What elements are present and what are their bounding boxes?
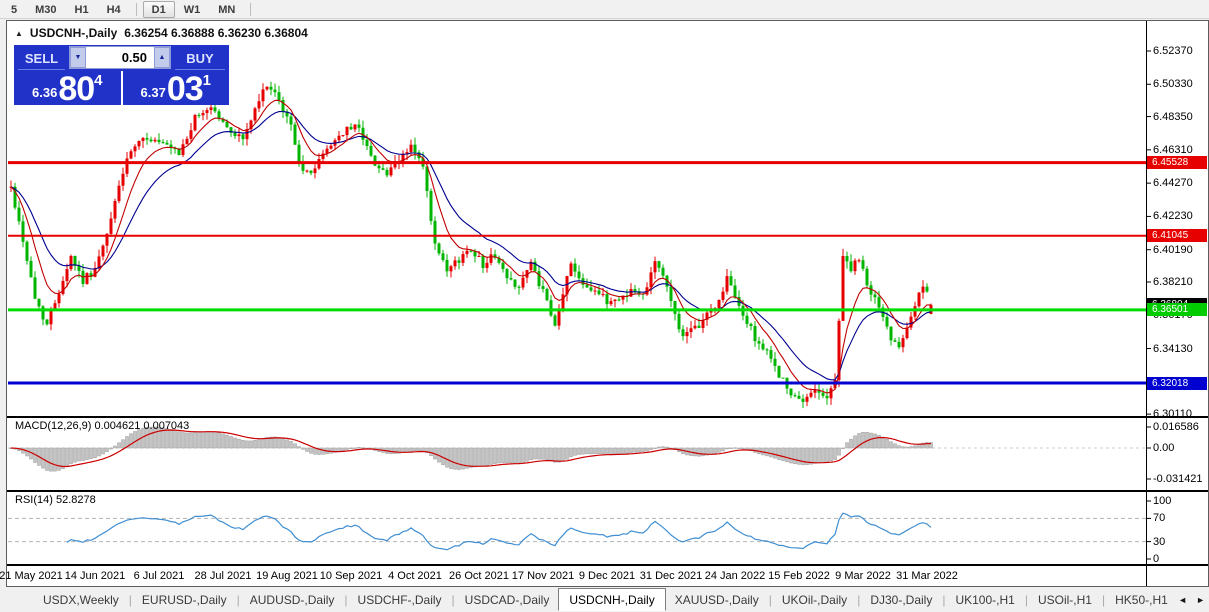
sell-button[interactable]: SELL [14, 45, 69, 71]
volume-spinner: ▼ 0.50 ▲ [69, 46, 171, 69]
collapse-panel-icon[interactable]: ▲ [15, 29, 23, 38]
buy-button[interactable]: BUY [171, 45, 229, 71]
price-axis-tick: 6.30110 [1153, 408, 1192, 420]
date-axis-label: 28 Jul 2021 [195, 570, 252, 582]
tab-ukoil-daily[interactable]: UKOil-,Daily [773, 590, 856, 610]
date-axis-label: 9 Mar 2022 [835, 570, 891, 582]
chart-symbol-label: USDCNH-,Daily [30, 26, 117, 40]
sell-price-pip: 4 [94, 72, 102, 89]
volume-input[interactable]: 0.50 [86, 47, 154, 68]
price-axis-tick: 6.42230 [1153, 210, 1193, 222]
price-axis-tick: 6.34130 [1153, 343, 1193, 355]
price-axis-tick: 6.46310 [1153, 144, 1193, 156]
date-axis-label: 26 Oct 2021 [449, 570, 509, 582]
tab-usdx-weekly[interactable]: USDX,Weekly [34, 590, 128, 610]
rsi-axis-tick: 100 [1153, 495, 1171, 507]
tab-xauusd-daily[interactable]: XAUUSD-,Daily [666, 590, 768, 610]
price-level-badge: 6.32018 [1147, 377, 1207, 390]
toolbar-separator [136, 3, 137, 16]
price-level-badge: 6.41045 [1147, 229, 1207, 242]
price-level-badge: 6.36501 [1147, 303, 1207, 316]
tab-scroll-arrows: ◄ ► [1178, 595, 1205, 605]
rsi-axis-tick: 30 [1153, 536, 1165, 548]
timeframe-toolbar: 5M30H1H4 D1W1MN [0, 0, 1209, 19]
date-axis-label: 4 Oct 2021 [388, 570, 442, 582]
tab-dj30-daily[interactable]: DJ30-,Daily [861, 590, 941, 610]
tab-separator: | [1102, 593, 1105, 607]
tab-separator: | [129, 593, 132, 607]
sell-price-main: 80 [58, 75, 94, 103]
macd-axis-tick: 0.00 [1153, 442, 1174, 454]
price-axis-tick: 6.38210 [1153, 276, 1193, 288]
symbol-tabbar: USDX,Weekly|EURUSD-,Daily|AUDUSD-,Daily|… [0, 588, 1209, 612]
timeframe-button-mn[interactable]: MN [209, 1, 244, 18]
chart-window: ▲ USDCNH-,Daily 6.36254 6.36888 6.36230 … [6, 20, 1209, 587]
tab-scroll-left-icon[interactable]: ◄ [1178, 595, 1187, 605]
timeframe-button-d1[interactable]: D1 [143, 1, 175, 18]
tab-usdcad-daily[interactable]: USDCAD-,Daily [456, 590, 559, 610]
date-axis-label: 14 Jun 2021 [65, 570, 126, 582]
date-axis-label: 15 Feb 2022 [768, 570, 830, 582]
buy-price-display[interactable]: 6.37 03 1 [123, 71, 230, 105]
date-axis-label: 9 Dec 2021 [579, 570, 635, 582]
tab-separator: | [769, 593, 772, 607]
rsi-axis-tick: 0 [1153, 553, 1159, 565]
date-axis-label: 21 May 2021 [0, 570, 63, 582]
arrow-up-icon: ▲ [159, 54, 166, 61]
timeframe-button-m30[interactable]: M30 [26, 1, 65, 18]
rsi-indicator-label: RSI(14) 52.8278 [15, 494, 96, 506]
date-axis-label: 17 Nov 2021 [512, 570, 574, 582]
price-axis-tick: 6.50330 [1153, 78, 1193, 90]
buy-price-main: 03 [167, 75, 203, 103]
price-level-badge: 6.45528 [1147, 156, 1207, 169]
sell-price-prefix: 6.36 [32, 85, 57, 100]
tab-hk50-h1[interactable]: HK50-,H1 [1106, 590, 1177, 610]
price-axis-tick: 6.52370 [1153, 45, 1193, 57]
tab-eurusd-daily[interactable]: EURUSD-,Daily [133, 590, 236, 610]
one-click-trade-panel: SELL ▼ 0.50 ▲ BUY 6.36 80 4 6.37 03 [14, 45, 229, 105]
rsi-axis-tick: 70 [1153, 512, 1165, 524]
tab-separator: | [452, 593, 455, 607]
macd-axis-tick: 0.016586 [1153, 421, 1199, 433]
date-axis-label: 31 Dec 2021 [640, 570, 702, 582]
timeframe-button-w1[interactable]: W1 [175, 1, 210, 18]
tab-audusd-daily[interactable]: AUDUSD-,Daily [241, 590, 344, 610]
price-axis-tick: 6.48350 [1153, 111, 1193, 123]
timeframe-button-5[interactable]: 5 [2, 1, 26, 18]
date-axis-label: 10 Sep 2021 [320, 570, 382, 582]
chart-title: ▲ USDCNH-,Daily 6.36254 6.36888 6.36230 … [15, 26, 308, 40]
buy-price-prefix: 6.37 [141, 85, 166, 100]
toolbar-separator [250, 3, 251, 16]
date-axis-label: 24 Jan 2022 [705, 570, 766, 582]
tab-usoil-h1[interactable]: USOil-,H1 [1029, 590, 1101, 610]
timeframe-button-h1[interactable]: H1 [66, 1, 98, 18]
tab-separator: | [344, 593, 347, 607]
date-axis-label: 19 Aug 2021 [256, 570, 318, 582]
arrow-down-icon: ▼ [75, 54, 82, 61]
tab-usdcnh-daily[interactable]: USDCNH-,Daily [558, 588, 665, 611]
date-axis-label: 31 Mar 2022 [896, 570, 958, 582]
buy-price-pip: 1 [203, 72, 211, 89]
chart-ohlc-values: 6.36254 6.36888 6.36230 6.36804 [124, 26, 308, 40]
tab-separator: | [857, 593, 860, 607]
volume-increase-button[interactable]: ▲ [154, 47, 170, 68]
tab-separator: | [942, 593, 945, 607]
price-axis-tick: 6.44270 [1153, 177, 1193, 189]
tab-usdchf-daily[interactable]: USDCHF-,Daily [349, 590, 451, 610]
date-axis-label: 6 Jul 2021 [134, 570, 185, 582]
tab-separator: | [1025, 593, 1028, 607]
tab-separator: | [237, 593, 240, 607]
tab-scroll-right-icon[interactable]: ► [1196, 595, 1205, 605]
macd-axis-tick: -0.031421 [1153, 473, 1203, 485]
sell-price-display[interactable]: 6.36 80 4 [14, 71, 121, 105]
tab-uk100-h1[interactable]: UK100-,H1 [946, 590, 1023, 610]
volume-decrease-button[interactable]: ▼ [70, 47, 86, 68]
timeframe-button-h4[interactable]: H4 [98, 1, 130, 18]
macd-indicator-label: MACD(12,26,9) 0.004621 0.007043 [15, 420, 189, 432]
price-axis-tick: 6.40190 [1153, 244, 1193, 256]
